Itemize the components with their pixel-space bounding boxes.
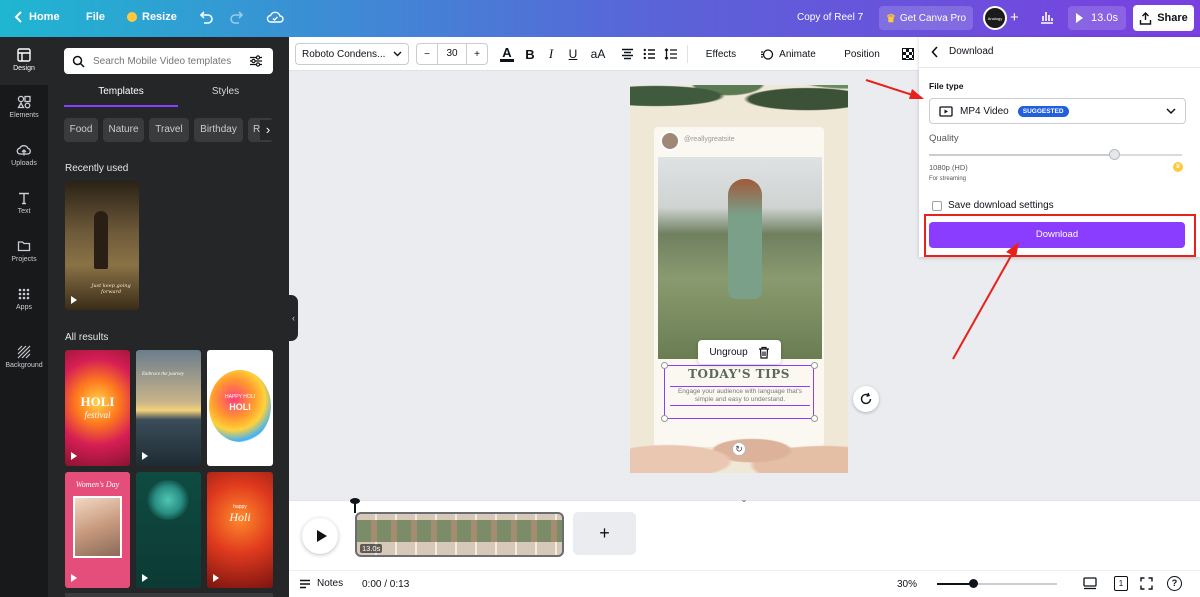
zoom-slider-thumb[interactable]: [969, 579, 978, 588]
page-count-value: 1: [1118, 579, 1124, 588]
zoom-percent[interactable]: 30%: [897, 579, 917, 590]
timeline-play-button[interactable]: [302, 518, 338, 554]
playhead-knob[interactable]: [350, 498, 360, 504]
arrow-head: [909, 89, 924, 99]
pages-view-icon: [1083, 577, 1097, 590]
arrow-to-download-button: [952, 246, 1017, 360]
arrow-head: [1006, 242, 1019, 257]
timeline: ⌄ 13.0s +: [289, 496, 1200, 570]
expand-icon: [1140, 577, 1153, 590]
timeline-collapse-toggle[interactable]: ⌄: [738, 496, 750, 504]
notes-icon: [300, 579, 310, 588]
help-button[interactable]: ?: [1167, 576, 1182, 591]
clip-duration-label: 13.0s: [360, 544, 383, 553]
clip-frames: [357, 520, 562, 542]
fullscreen-button[interactable]: [1140, 577, 1153, 593]
help-icon: ?: [1171, 578, 1178, 588]
page-count[interactable]: 1: [1114, 576, 1128, 591]
notes-label: Notes: [317, 578, 344, 589]
grid-view-button[interactable]: [1083, 577, 1097, 593]
notes-button[interactable]: Notes: [299, 578, 343, 589]
chevron-down-icon: ⌄: [740, 495, 748, 504]
zoom-slider-fill: [937, 583, 973, 585]
plus-icon: +: [599, 523, 610, 543]
playback-time: 0:00 / 0:13: [362, 579, 410, 590]
timeline-clip[interactable]: 13.0s: [355, 512, 564, 557]
bottom-bar: Notes 0:00 / 0:13 30% 1 ?: [289, 570, 1200, 597]
play-icon: [316, 530, 327, 542]
add-page-button[interactable]: +: [573, 512, 636, 555]
